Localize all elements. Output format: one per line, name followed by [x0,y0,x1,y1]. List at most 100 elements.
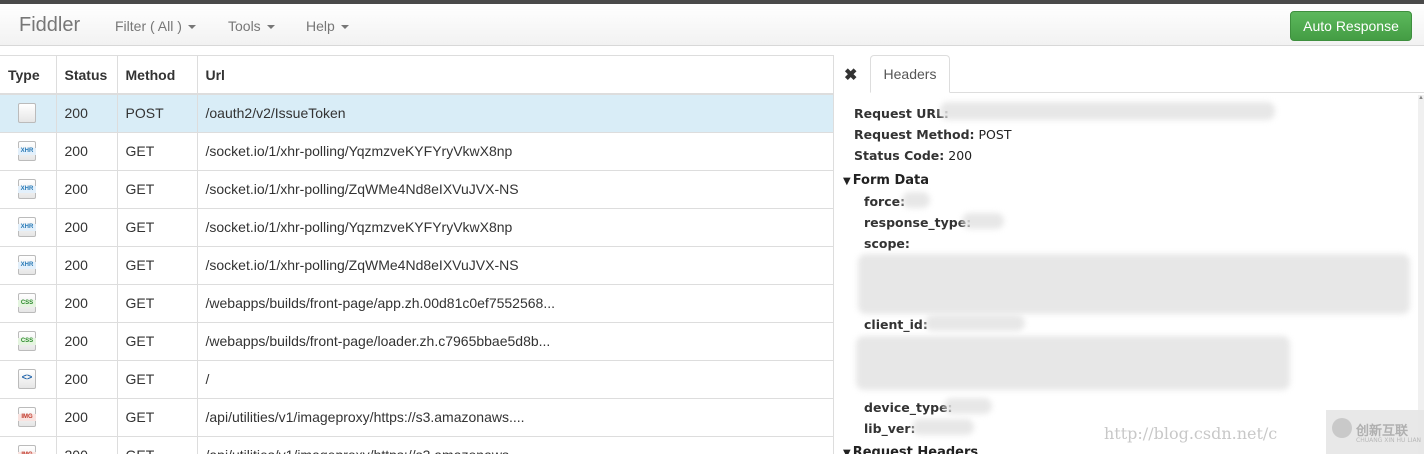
table-row[interactable]: IMG 200GET/api/utilities/v1/imageproxy/ht… [0,397,833,436]
redacted-scope [858,254,1410,314]
type-cell: XHR [0,207,57,246]
scroll-up-icon[interactable]: ▲ [1418,95,1424,105]
watermark-url: http://blog.csdn.net/c [1104,424,1278,443]
tab-headers[interactable]: Headers [870,55,950,93]
column-header-url[interactable]: Url [197,56,833,95]
form-data-title: Form Data [852,173,930,188]
request-url-label: Request URL: [854,106,949,121]
xhr-file-icon: XHR [18,141,36,161]
table-row[interactable]: 200 POST/oauth2/v2/IssueToken [0,93,833,132]
method-cell: GET [117,207,198,246]
method-cell: GET [117,169,198,208]
request-headers-title: Request Headers [852,445,979,454]
device-type-label: device_type: [864,400,953,415]
table-row[interactable]: CSS 200 GET/webapps/builds/front-page/load… [0,321,833,360]
triangle-down-icon: ▼ [843,448,851,454]
img-file-icon: IMG [18,407,36,427]
table-row[interactable]: XHR 200 GET/socket.io/1/xhr-polling/ZqWMe4… [0,169,833,208]
form-field-scope: scope: [864,236,910,251]
table-row[interactable]: XHR 200 GET/socket.io/1/xhr-polling/Yqzmzv… [0,131,833,170]
tools-menu[interactable]: Tools [228,18,275,34]
type-cell: XHR [0,169,57,208]
caret-down-icon [340,25,349,30]
form-field-client-id: client_id: [864,317,928,332]
redacted-force [902,192,930,208]
html-file-icon: <> [18,369,36,389]
watermark-logo-subtext: CHUANG XIN HU LIAN [1356,437,1422,444]
blank-file-icon [18,103,36,124]
method-cell: POST [117,93,198,132]
request-url-row: Request URL: [854,106,949,121]
img-file-icon: IMG [18,445,36,454]
table-row[interactable]: <> 200 GET / [0,359,833,398]
redacted-response-type [962,213,1004,229]
status-code-row: Status Code: 200 [854,148,972,163]
url-cell: /socket.io/1/xhr-polling/YqzmzveKYFYryVk… [197,207,833,246]
method-cell: GET [117,321,198,360]
brand-title[interactable]: Fiddler [19,14,80,37]
form-field-response-type: response_type: [864,215,971,230]
request-headers-section[interactable]: ▼ Request Headers [843,445,978,454]
type-cell: XHR [0,131,57,170]
status-cell: 200 [56,397,118,436]
form-field-device-type: device_type: [864,400,953,415]
url-cell: /api/utilities/v1/imageproxy/https://s3.… [197,435,833,454]
redacted-device-type [944,398,992,414]
type-cell: CSS [0,321,57,360]
lib-ver-label: lib_ver: [864,421,916,436]
status-cell: 200 [56,169,118,208]
auto-response-button[interactable]: Auto Response [1290,11,1412,41]
navbar: Fiddler Filter ( All ) Tools Help Auto R… [0,4,1424,46]
column-header-method[interactable]: Method [117,56,198,95]
status-cell: 200 [56,435,118,454]
url-cell: /api/utilities/v1/imageproxy/https://s3.… [197,397,833,436]
table-row[interactable]: XHR 200 GET/socket.io/1/xhr-polling/ZqWMe4… [0,245,833,284]
table-row[interactable]: CSS 200 GET/webapps/builds/front-page/app.… [0,283,833,322]
status-cell: 200 [56,131,118,170]
details-scrollbar[interactable] [1418,95,1424,454]
session-table: Type Status Method Url 200 POST/oauth2/v2… [0,56,833,454]
redacted-client-id [925,315,1025,331]
column-header-type[interactable]: Type [0,56,57,95]
status-code-label: Status Code: [854,148,945,163]
table-row[interactable]: IMG 200GET/api/utilities/v1/imageproxy/ht… [0,435,833,454]
xhr-file-icon: XHR [18,217,36,237]
css-file-icon: CSS [18,331,36,351]
method-cell: GET [117,245,198,284]
table-header-row: Type Status Method Url [0,56,833,95]
redacted-client-id-value [856,336,1290,390]
type-cell [0,93,57,132]
triangle-down-icon: ▼ [843,176,851,187]
type-cell: IMG [0,435,57,454]
scope-label: scope: [864,236,910,251]
close-icon[interactable]: ✖ [844,65,857,85]
status-cell: 200 [56,207,118,246]
tools-menu-label: Tools [228,18,261,34]
request-method-value: POST [978,127,1012,142]
help-menu[interactable]: Help [306,18,349,34]
method-cell: GET [117,283,198,322]
request-method-label: Request Method: [854,127,975,142]
xhr-file-icon: XHR [18,255,36,275]
caret-down-icon [266,25,275,30]
tab-divider [950,92,1424,93]
status-cell: 200 [56,245,118,284]
type-cell: <> [0,359,57,398]
url-cell: /oauth2/v2/IssueToken [197,93,833,132]
status-cell: 200 [56,283,118,322]
status-code-value: 200 [948,148,973,163]
redacted-request-url [940,102,1275,120]
column-header-status[interactable]: Status [56,56,118,95]
table-row[interactable]: XHR 200 GET/socket.io/1/xhr-polling/Yqzmzv… [0,207,833,246]
url-cell: /socket.io/1/xhr-polling/YqzmzveKYFYryVk… [197,131,833,170]
form-data-section[interactable]: ▼ Form Data [843,173,929,188]
force-label: force: [864,194,906,209]
url-cell: /socket.io/1/xhr-polling/ZqWMe4Nd8eIXVuJ… [197,169,833,208]
status-cell: 200 [56,359,118,398]
caret-down-icon [187,25,196,30]
filter-menu[interactable]: Filter ( All ) [115,18,196,34]
form-field-force: force: [864,194,905,209]
session-list: Type Status Method Url 200 POST/oauth2/v2… [0,55,834,454]
url-cell: /socket.io/1/xhr-polling/ZqWMe4Nd8eIXVuJ… [197,245,833,284]
watermark-logo-icon [1332,418,1352,438]
